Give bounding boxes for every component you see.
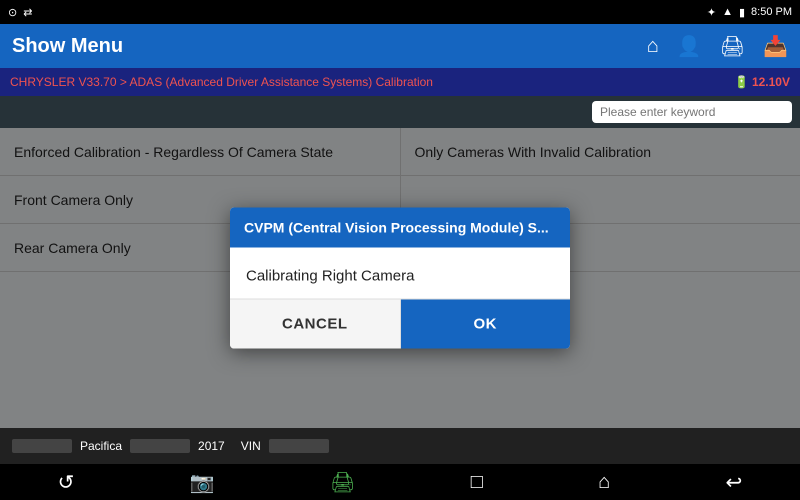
- breadcrumb-text: CHRYSLER V33.70 > ADAS (Advanced Driver …: [10, 75, 433, 89]
- time-display: 8:50 PM: [751, 6, 792, 18]
- nav-print-icon[interactable]: 🖨: [330, 470, 355, 495]
- battery-small-icon: 🔋: [734, 75, 749, 89]
- nav-square-icon[interactable]: □: [471, 471, 483, 494]
- bottom-nav: ↺ 📷 🖨 □ ⌂ ↩: [0, 464, 800, 500]
- vehicle-year: 2017: [198, 439, 225, 453]
- home-icon[interactable]: ⌂: [647, 35, 659, 58]
- dialog-message: Calibrating Right Camera: [246, 268, 414, 285]
- signal-icon: ▲: [722, 6, 733, 18]
- status-bar-left: ⊙ ⇄: [8, 6, 32, 19]
- status-icon-2: ⇄: [23, 6, 32, 19]
- header-icons: ⌂ 👤 🖨 📥: [647, 34, 788, 59]
- nav-home-icon[interactable]: ⌂: [598, 471, 610, 494]
- nav-refresh-icon[interactable]: ↺: [58, 470, 75, 495]
- download-icon[interactable]: 📥: [763, 34, 788, 59]
- dialog-title: CVPM (Central Vision Processing Module) …: [230, 208, 570, 248]
- nav-camera-icon[interactable]: 📷: [190, 470, 215, 495]
- main-content: Enforced Calibration - Regardless Of Cam…: [0, 128, 800, 428]
- app-title: Show Menu: [12, 35, 123, 58]
- cancel-button[interactable]: CANCEL: [230, 300, 401, 349]
- app-header: Show Menu ⌂ 👤 🖨 📥: [0, 24, 800, 68]
- person-icon[interactable]: 👤: [677, 34, 702, 59]
- search-input[interactable]: [592, 101, 792, 123]
- dialog: CVPM (Central Vision Processing Module) …: [230, 208, 570, 349]
- vin-redacted-1: [12, 439, 72, 453]
- nav-back-icon[interactable]: ↩: [726, 470, 743, 495]
- ok-button[interactable]: OK: [401, 300, 571, 349]
- print-icon[interactable]: 🖨: [720, 34, 745, 59]
- info-bar: Pacifica 2017 VIN: [0, 428, 800, 464]
- status-icon-1: ⊙: [8, 6, 17, 19]
- battery-icon: ▮: [739, 6, 745, 19]
- dialog-body: Calibrating Right Camera: [230, 248, 570, 299]
- status-bar: ⊙ ⇄ ✦ ▲ ▮ 8:50 PM: [0, 0, 800, 24]
- dialog-buttons: CANCEL OK: [230, 299, 570, 349]
- voltage-display: 🔋 12.10V: [734, 75, 790, 89]
- bluetooth-icon: ✦: [707, 6, 716, 19]
- vehicle-model: Pacifica: [80, 439, 122, 453]
- status-bar-right: ✦ ▲ ▮ 8:50 PM: [707, 6, 792, 19]
- search-bar: [0, 96, 800, 128]
- vin-redacted-2: [130, 439, 190, 453]
- vin-value-redacted: [269, 439, 329, 453]
- vin-label: VIN: [241, 439, 261, 453]
- breadcrumb: CHRYSLER V33.70 > ADAS (Advanced Driver …: [0, 68, 800, 96]
